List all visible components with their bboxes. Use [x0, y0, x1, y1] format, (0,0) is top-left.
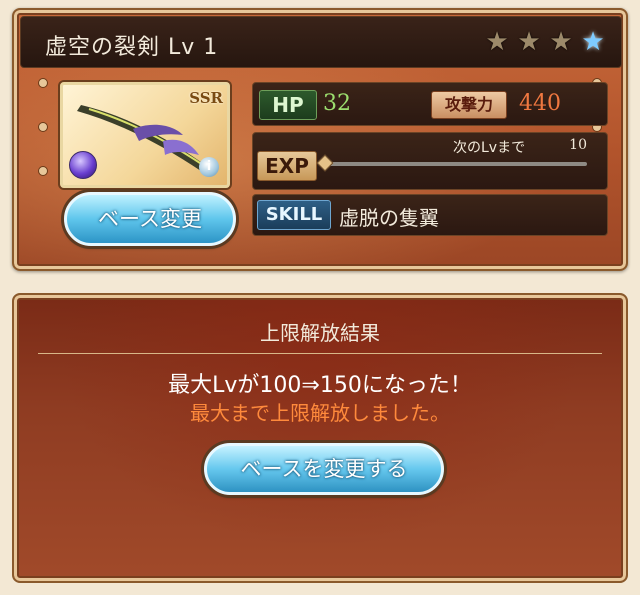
- rivet: [38, 166, 48, 176]
- star-blue-icon: ★: [581, 27, 605, 57]
- result-highlight: 最大まで上限解放しました。: [190, 401, 450, 425]
- weapon-title-bar: 虚空の裂剣 Lv 1 ★ ★ ★ ★: [20, 16, 622, 68]
- uncap-result-panel: 上限解放結果 最大Lvが100⇒150になった！ 最大まで上限解放しました。 ベ…: [12, 293, 628, 583]
- skill-row: SKILL 虚脱の隻翼: [252, 194, 608, 236]
- exp-bar: [325, 162, 587, 166]
- rarity-badge: SSR: [189, 89, 223, 107]
- attack-label: 攻撃力: [431, 91, 507, 119]
- element-orb-icon: [69, 151, 97, 179]
- divider: [38, 353, 602, 354]
- info-icon[interactable]: i: [199, 157, 219, 177]
- exp-marker-icon: [316, 154, 334, 172]
- exp-row: 次のLvまで 10 EXP: [252, 132, 608, 190]
- next-level-value: 10: [569, 137, 587, 153]
- star-icon: ★: [517, 27, 541, 57]
- hp-value: 32: [323, 91, 351, 116]
- skill-name[interactable]: 虚脱の隻翼: [339, 202, 439, 231]
- next-level-label: 次のLvまで: [453, 140, 526, 156]
- hp-attack-row: HP 32 攻撃力 440: [252, 82, 608, 126]
- hp-label: HP: [259, 90, 317, 120]
- rivet: [38, 78, 48, 88]
- rivet: [38, 122, 48, 132]
- result-title: 上限解放結果: [260, 321, 380, 345]
- attack-value: 440: [519, 91, 561, 116]
- skill-label: SKILL: [257, 200, 331, 230]
- change-base-button[interactable]: ベースを変更する: [204, 443, 444, 495]
- weapon-portrait[interactable]: SSR i: [60, 82, 230, 188]
- uncap-stars: ★ ★ ★ ★: [483, 28, 607, 56]
- star-icon: ★: [549, 27, 573, 57]
- star-icon: ★: [485, 27, 509, 57]
- result-message: 最大Lvが100⇒150になった！: [168, 373, 472, 398]
- base-change-button[interactable]: ベース変更: [64, 192, 236, 246]
- weapon-status-panel: 虚空の裂剣 Lv 1 ★ ★ ★ ★ SSR i ベース変更 HP 32 攻撃力…: [12, 8, 628, 271]
- weapon-title: 虚空の裂剣 Lv 1: [45, 35, 219, 60]
- exp-label: EXP: [257, 151, 317, 181]
